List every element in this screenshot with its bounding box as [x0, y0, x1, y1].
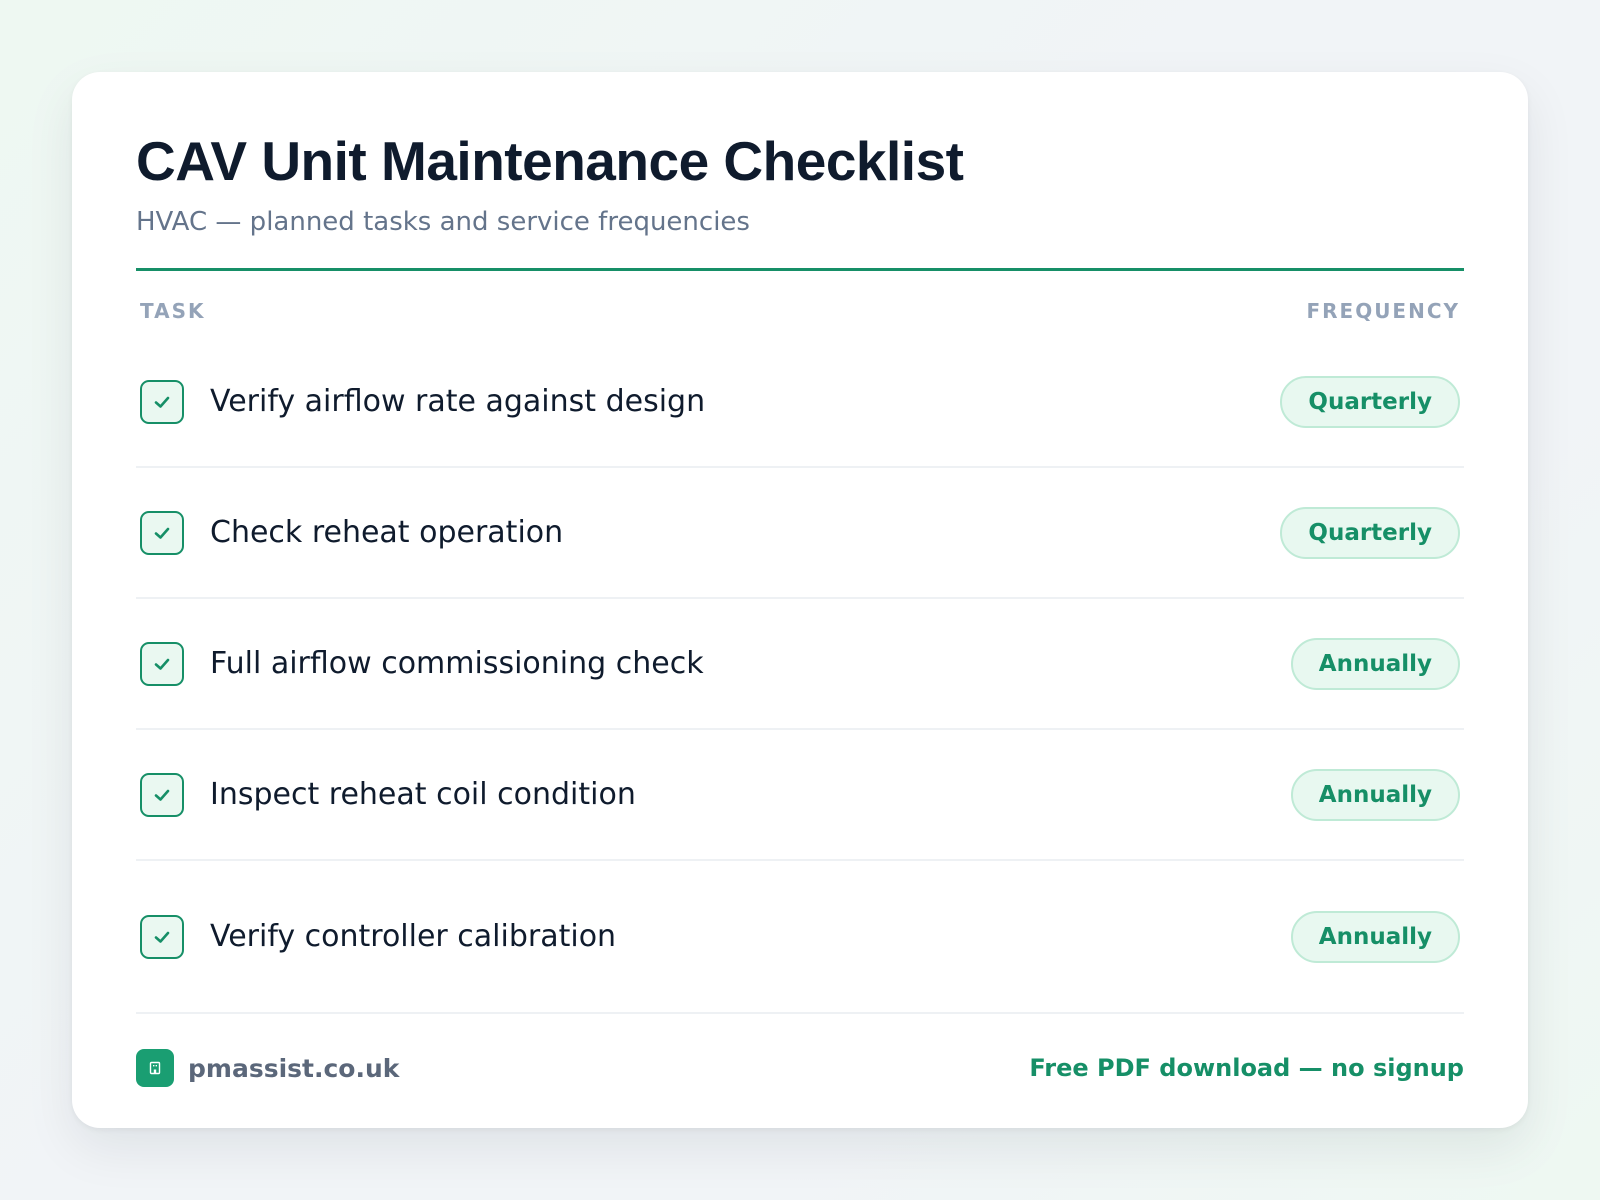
checklist-card: CAV Unit Maintenance Checklist HVAC — pl… [72, 72, 1528, 1128]
column-header-task: TASK [140, 299, 206, 323]
page-subtitle: HVAC — planned tasks and service frequen… [136, 207, 750, 237]
checkmark-icon [154, 931, 170, 943]
task-list: Verify airflow rate against design Quart… [136, 337, 1464, 1012]
task-label: Full airflow commissioning check [210, 646, 704, 681]
frequency-badge: Annually [1290, 910, 1460, 963]
checkmark-icon [154, 658, 170, 670]
checkmark-icon [154, 527, 170, 539]
task-label: Inspect reheat coil condition [210, 777, 636, 812]
card-footer: pmassist.co.uk Free PDF download — no si… [136, 1012, 1464, 1122]
column-header-row: TASK FREQUENCY [136, 297, 1464, 325]
building-icon [136, 1049, 174, 1087]
frequency-badge: Annually [1290, 768, 1460, 821]
column-header-frequency: FREQUENCY [1306, 299, 1460, 323]
task-checkbox[interactable] [140, 510, 184, 555]
brand: pmassist.co.uk [136, 1049, 399, 1087]
checkmark-icon [154, 396, 170, 408]
task-row: Verify controller calibration Annually [136, 861, 1464, 1012]
task-checkbox[interactable] [140, 379, 184, 424]
checkmark-icon [154, 789, 170, 801]
site-link[interactable]: pmassist.co.uk [188, 1054, 399, 1083]
task-label: Check reheat operation [210, 515, 564, 550]
task-checkbox[interactable] [140, 641, 184, 686]
title-divider [136, 268, 1464, 271]
task-checkbox[interactable] [140, 914, 184, 959]
task-row: Full airflow commissioning check Annuall… [136, 599, 1464, 730]
page-title: CAV Unit Maintenance Checklist [136, 130, 964, 192]
task-label: Verify controller calibration [210, 919, 617, 954]
task-row: Check reheat operation Quarterly [136, 468, 1464, 599]
task-row: Inspect reheat coil condition Annually [136, 730, 1464, 861]
frequency-badge: Quarterly [1280, 375, 1460, 428]
frequency-badge: Quarterly [1280, 506, 1460, 559]
task-row: Verify airflow rate against design Quart… [136, 337, 1464, 468]
task-label: Verify airflow rate against design [210, 384, 706, 419]
task-checkbox[interactable] [140, 772, 184, 817]
frequency-badge: Annually [1290, 637, 1460, 690]
pdf-download-link[interactable]: Free PDF download — no signup [1029, 1054, 1464, 1082]
